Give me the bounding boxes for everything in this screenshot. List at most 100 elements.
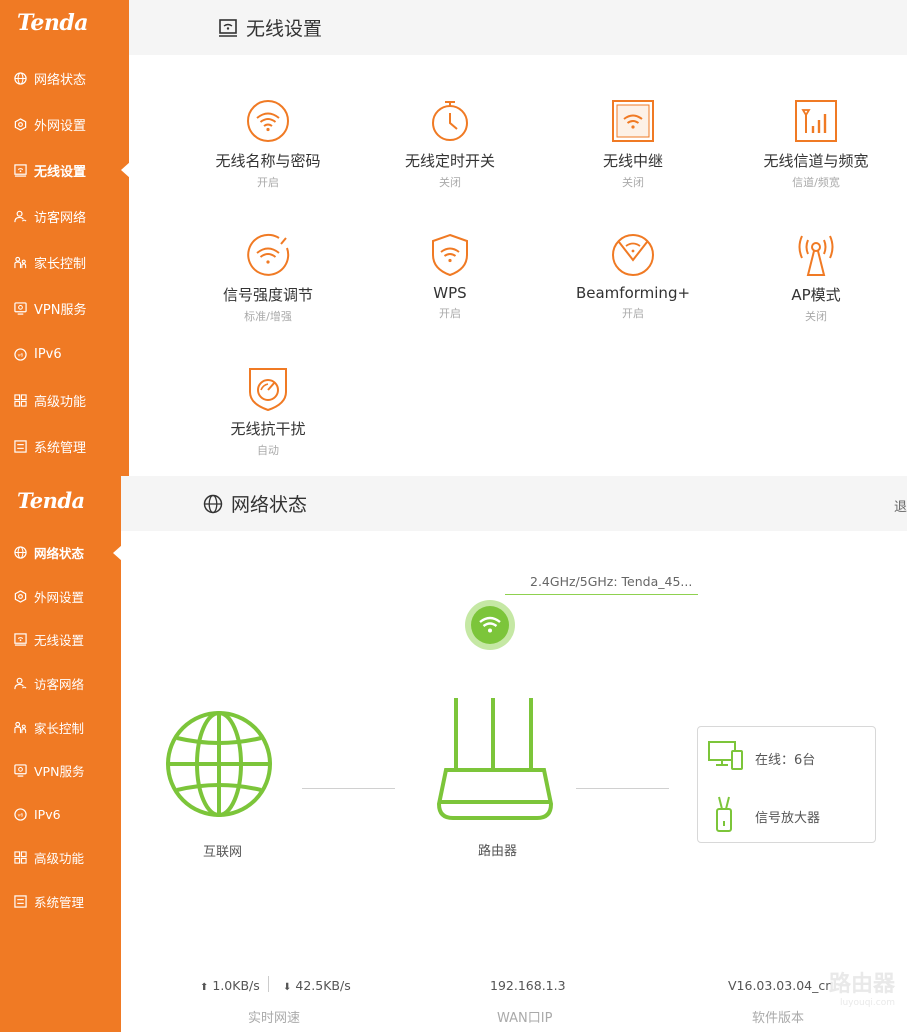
card-beamforming[interactable]: Beamforming+ 开启	[542, 232, 724, 321]
globe-icon	[203, 494, 223, 513]
wan-ip-value: 192.168.1.3	[490, 978, 566, 993]
wan-icon	[14, 590, 27, 603]
wifi-box-icon	[14, 163, 27, 177]
card-label: 无线中继	[602, 152, 663, 170]
speed-divider	[268, 976, 269, 992]
devices-icon	[708, 741, 744, 771]
card-label: Beamforming+	[575, 284, 691, 302]
sidebar-item-system[interactable]: 系统管理	[0, 423, 129, 469]
card-wps[interactable]: WPS 开启	[359, 232, 541, 321]
card-label: 无线名称与密码	[215, 152, 321, 170]
signal-strength-icon	[245, 232, 291, 278]
logout-link[interactable]: 退	[894, 496, 907, 515]
page-title: 网络状态	[203, 490, 307, 517]
wireless-header: 无线设置	[129, 0, 907, 55]
screenshot: Tenda 网络状态 外网设置 无线设置 访客网络 家长控制 VPN服务 v6 …	[0, 0, 907, 1032]
page-title-text: 网络状态	[231, 494, 308, 516]
card-ap-mode[interactable]: AP模式 关闭	[725, 232, 907, 324]
sidebar-item-network-status[interactable]: 网络状态	[0, 55, 129, 101]
card-status: 关闭	[622, 176, 644, 189]
router-icon[interactable]	[436, 694, 554, 822]
page-title: 无线设置	[218, 14, 322, 41]
sidebar-item-vpn[interactable]: VPN服务	[0, 285, 129, 331]
upload-speed: ⬆ 1.0KB/s	[200, 978, 260, 993]
sidebar-item-wireless[interactable]: 无线设置	[0, 147, 130, 193]
card-ssid-password[interactable]: 无线名称与密码 开启	[177, 98, 359, 190]
card-status: 关闭	[439, 176, 461, 189]
guest-icon	[14, 677, 27, 690]
sidebar-item-system[interactable]: 系统管理	[0, 880, 121, 924]
sidebar-item-label: 外网设置	[34, 118, 87, 134]
wifi-circle-icon	[245, 98, 291, 144]
vpn-icon	[14, 764, 27, 777]
sidebar-item-label: 系统管理	[34, 895, 85, 911]
card-anti-interference[interactable]: 无线抗干扰 自动	[177, 366, 359, 458]
download-arrow-icon: ⬇	[283, 982, 292, 993]
online-count[interactable]: 在线：6台	[755, 749, 815, 768]
connected-devices-panel: 在线：6台 信号放大器	[697, 726, 876, 843]
upload-arrow-icon: ⬆	[200, 982, 209, 993]
sidebar-item-guest[interactable]: 访客网络	[0, 662, 121, 706]
repeater-icon	[610, 98, 656, 144]
firmware-version-value: V16.03.03.04_cn	[728, 978, 834, 993]
sidebar-item-advanced[interactable]: 高级功能	[0, 836, 121, 880]
sidebar-item-advanced[interactable]: 高级功能	[0, 377, 129, 423]
sidebar-item-vpn[interactable]: VPN服务	[0, 749, 121, 793]
ipv6-icon: v6	[14, 347, 27, 361]
sidebar-item-wireless[interactable]: 无线设置	[0, 618, 121, 662]
vpn-icon	[14, 301, 27, 315]
sidebar-nav: 网络状态 外网设置 无线设置 访客网络 家长控制 VPN服务 v6 IPv6 高…	[0, 531, 122, 924]
wireless-settings-page: Tenda 网络状态 外网设置 无线设置 访客网络 家长控制 VPN服务 v6 …	[0, 0, 907, 476]
sidebar-item-label: 家长控制	[34, 720, 85, 736]
sidebar-item-label: 外网设置	[34, 589, 85, 605]
globe-icon	[14, 546, 27, 559]
wifi-box-icon	[219, 18, 237, 37]
card-channel-bandwidth[interactable]: 无线信道与频宽 信道/频宽	[725, 98, 907, 190]
network-status-page: Tenda 网络状态 外网设置 无线设置 访客网络 家长控制 VPN服务 v6 …	[0, 476, 907, 1032]
sidebar-item-label: 高级功能	[34, 851, 85, 867]
internet-router-link	[302, 788, 395, 789]
sidebar-item-network-status[interactable]: 网络状态	[0, 531, 122, 575]
card-status: 关闭	[805, 310, 827, 323]
card-status: 开启	[257, 176, 279, 189]
watermark: 路由器 luyouqi.com	[829, 966, 895, 1008]
timer-icon	[427, 98, 473, 144]
page-title-text: 无线设置	[246, 18, 323, 40]
ssid-callout-line	[505, 594, 698, 595]
sidebar-item-wan[interactable]: 外网设置	[0, 575, 121, 619]
sidebar: Tenda 网络状态 外网设置 无线设置 访客网络 家长控制 VPN服务 v6 …	[0, 476, 122, 1032]
grid-icon	[14, 393, 27, 407]
firmware-version-caption: 软件版本	[752, 1011, 805, 1026]
signal-bars-icon	[793, 98, 839, 144]
internet-globe-icon[interactable]	[165, 710, 273, 818]
card-signal-strength[interactable]: 信号强度调节 标准/增强	[177, 232, 359, 324]
card-label: 无线信道与频宽	[763, 152, 869, 170]
card-status: 开启	[622, 307, 644, 320]
card-status: 自动	[257, 444, 279, 457]
extender-label[interactable]: 信号放大器	[755, 807, 820, 826]
sidebar-item-label: VPN服务	[34, 302, 87, 318]
sidebar-item-ipv6[interactable]: v6 IPv6	[0, 331, 129, 377]
sidebar-item-ipv6[interactable]: v6 IPv6	[0, 793, 121, 837]
card-wireless-repeater[interactable]: 无线中继 关闭	[542, 98, 724, 190]
sidebar-item-guest[interactable]: 访客网络	[0, 193, 129, 239]
wifi-status-icon[interactable]	[465, 600, 515, 650]
sidebar-item-label: VPN服务	[34, 764, 85, 780]
sidebar-item-parental[interactable]: 家长控制	[0, 705, 121, 749]
sidebar-item-parental[interactable]: 家长控制	[0, 239, 129, 285]
sidebar-item-wan[interactable]: 外网设置	[0, 101, 129, 147]
internet-label: 互联网	[203, 845, 243, 860]
card-label: 无线抗干扰	[230, 420, 306, 438]
svg-text:v6: v6	[18, 812, 24, 818]
ssid-label: 2.4GHz/5GHz: Tenda_45...	[530, 574, 693, 589]
sidebar-item-label: 家长控制	[34, 256, 87, 272]
card-status: 开启	[439, 307, 461, 320]
router-devices-link	[576, 788, 669, 789]
sidebar-item-label: 系统管理	[34, 440, 87, 456]
wan-icon	[14, 117, 27, 131]
sidebar-nav: 网络状态 外网设置 无线设置 访客网络 家长控制 VPN服务 v6 IPv6 高…	[0, 55, 130, 469]
grid-icon	[14, 851, 27, 865]
card-wifi-schedule[interactable]: 无线定时开关 关闭	[359, 98, 541, 190]
download-speed: ⬇ 42.5KB/s	[283, 978, 351, 993]
svg-text:v6: v6	[18, 352, 24, 358]
